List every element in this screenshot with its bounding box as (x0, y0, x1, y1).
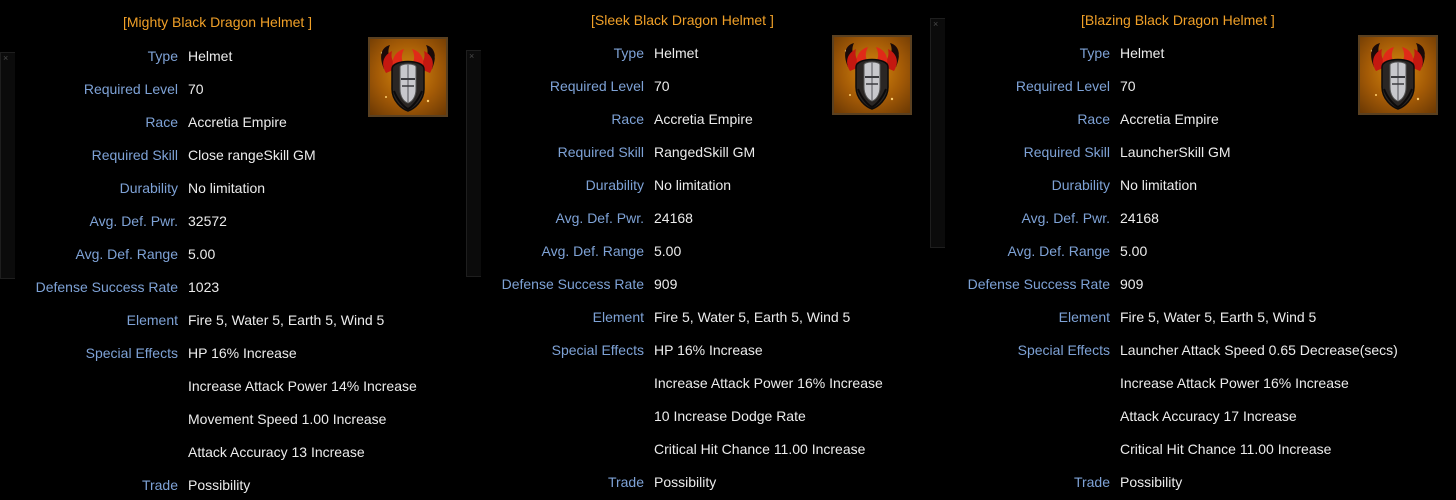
stat-value: No limitation (188, 180, 266, 196)
stat-value: Accretia Empire (188, 114, 287, 130)
stat-label: Durability (1051, 177, 1110, 193)
stat-value: Increase Attack Power 14% Increase (188, 378, 417, 394)
stat-label: Required Skill (557, 144, 644, 160)
stat-value: Attack Accuracy 13 Increase (188, 444, 365, 460)
stat-value: 32572 (188, 213, 227, 229)
stat-value: Increase Attack Power 16% Increase (1120, 375, 1349, 391)
stat-label: Required Level (1015, 78, 1110, 94)
black-dragon-helmet-icon (1358, 35, 1438, 115)
stat-value: 1023 (188, 279, 220, 295)
stat-value: Helmet (654, 45, 699, 61)
black-dragon-helmet-icon (368, 37, 448, 117)
close-icon[interactable]: × (3, 54, 8, 63)
stat-label: Avg. Def. Pwr. (555, 210, 644, 226)
stat-value: HP 16% Increase (654, 342, 763, 358)
stat-value: 70 (1120, 78, 1136, 94)
stat-value: Possibility (1120, 474, 1183, 490)
stat-value: LauncherSkill GM (1120, 144, 1231, 160)
stat-value: 24168 (1120, 210, 1159, 226)
stat-label: Avg. Def. Pwr. (89, 213, 178, 229)
stat-label: Required Level (549, 78, 644, 94)
stat-value: Possibility (654, 474, 717, 490)
stat-label: Defense Success Rate (35, 279, 178, 295)
stat-value: Helmet (1120, 45, 1165, 61)
stat-value: RangedSkill GM (654, 144, 756, 160)
stat-value: Critical Hit Chance 11.00 Increase (1120, 441, 1332, 457)
stat-value: 70 (654, 78, 670, 94)
stat-label: Required Skill (91, 147, 178, 163)
stat-value: Helmet (188, 48, 233, 64)
stat-label: Required Level (83, 81, 178, 97)
stat-value: 5.00 (1120, 243, 1148, 259)
tooltip-frame-edge: × (930, 18, 945, 248)
stat-label: Race (1077, 111, 1110, 127)
stat-value: 5.00 (654, 243, 682, 259)
stat-value: Accretia Empire (654, 111, 753, 127)
stat-value: 909 (654, 276, 678, 292)
stat-label: Element (126, 312, 178, 328)
stat-label: Trade (607, 474, 644, 490)
item-title: [Blazing Black Dragon Helmet ] (1081, 12, 1275, 28)
stat-label: Durability (585, 177, 644, 193)
stat-label: Type (1079, 45, 1110, 61)
stat-value: Increase Attack Power 16% Increase (654, 375, 883, 391)
stat-value: 5.00 (188, 246, 216, 262)
stat-label: Required Skill (1023, 144, 1110, 160)
stat-label: Type (613, 45, 644, 61)
stat-label: Avg. Def. Range (75, 246, 178, 262)
stat-label: Durability (119, 180, 178, 196)
stat-value: Movement Speed 1.00 Increase (188, 411, 387, 427)
tooltip-frame-edge: × (466, 50, 481, 277)
stat-label: Avg. Def. Pwr. (1021, 210, 1110, 226)
stat-value: 70 (188, 81, 204, 97)
stat-label: Element (592, 309, 644, 325)
black-dragon-helmet-icon (832, 35, 912, 115)
stat-label: Race (145, 114, 178, 130)
stat-label: Avg. Def. Range (1007, 243, 1110, 259)
stat-value: 24168 (654, 210, 693, 226)
stat-label: Special Effects (1017, 342, 1110, 358)
stat-value: 909 (1120, 276, 1144, 292)
stat-value: HP 16% Increase (188, 345, 297, 361)
stat-label: Trade (1073, 474, 1110, 490)
stat-label: Avg. Def. Range (541, 243, 644, 259)
stat-value: Fire 5, Water 5, Earth 5, Wind 5 (654, 309, 851, 325)
stat-value: Fire 5, Water 5, Earth 5, Wind 5 (188, 312, 385, 328)
stat-label: Trade (141, 477, 178, 493)
item-title: [Sleek Black Dragon Helmet ] (591, 12, 774, 28)
stat-label: Defense Success Rate (967, 276, 1110, 292)
tooltip-frame-edge: × (0, 52, 15, 279)
stat-value: No limitation (654, 177, 732, 193)
stat-value: Critical Hit Chance 11.00 Increase (654, 441, 866, 457)
stat-value: Close rangeSkill GM (188, 147, 316, 163)
stat-value: Attack Accuracy 17 Increase (1120, 408, 1297, 424)
stat-value: Fire 5, Water 5, Earth 5, Wind 5 (1120, 309, 1317, 325)
close-icon[interactable]: × (933, 20, 938, 29)
stat-value: Accretia Empire (1120, 111, 1219, 127)
stat-label: Special Effects (85, 345, 178, 361)
stat-label: Defense Success Rate (501, 276, 644, 292)
close-icon[interactable]: × (469, 52, 474, 61)
stat-value: Launcher Attack Speed 0.65 Decrease(secs… (1120, 342, 1398, 358)
stat-label: Race (611, 111, 644, 127)
stat-value: 10 Increase Dodge Rate (654, 408, 806, 424)
stat-label: Type (147, 48, 178, 64)
stat-label: Element (1058, 309, 1110, 325)
item-title: [Mighty Black Dragon Helmet ] (123, 14, 313, 30)
stat-value: Possibility (188, 477, 251, 493)
stat-value: No limitation (1120, 177, 1198, 193)
stat-label: Special Effects (551, 342, 644, 358)
